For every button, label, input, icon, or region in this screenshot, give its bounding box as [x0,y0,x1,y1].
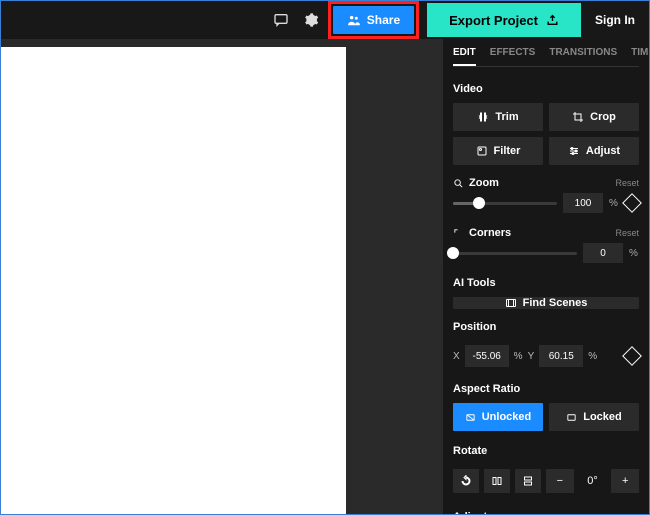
y-value[interactable]: 60.15 [539,345,583,367]
flip-v-button[interactable] [515,469,541,493]
zoom-reset[interactable]: Reset [615,178,639,188]
adjust-label: Adjust [586,145,620,157]
zoom-keyframe[interactable] [622,193,642,213]
trim-label: Trim [495,111,518,123]
corners-icon [453,228,464,239]
magnify-icon [453,178,464,189]
flip-h-button[interactable] [484,469,510,493]
tab-timing[interactable]: TIMING [631,47,649,66]
gear-icon[interactable] [298,7,324,33]
rotate-plus-button[interactable]: + [611,469,639,493]
corners-reset[interactable]: Reset [615,228,639,238]
filter-icon [476,145,488,157]
share-label: Share [367,13,400,27]
main-area: EDIT EFFECTS TRANSITIONS TIMING Video Tr… [1,39,649,514]
position-section-label: Position [453,321,639,333]
corners-slider[interactable] [453,252,577,255]
video-section-label: Video [453,83,639,95]
crop-button[interactable]: Crop [549,103,639,131]
adjust-section-label: Adjust [453,511,639,514]
y-label: Y [528,351,535,362]
export-icon [546,14,559,27]
locked-icon [566,412,577,423]
x-label: X [453,351,460,362]
signin-link[interactable]: Sign In [595,13,635,27]
rotate-deg-value[interactable]: 0° [579,469,607,493]
tab-transitions[interactable]: TRANSITIONS [549,47,617,66]
share-highlight-box: Share [328,1,419,39]
share-button[interactable]: Share [333,6,414,34]
trim-button[interactable]: Trim [453,103,543,131]
scenes-icon [505,297,517,309]
zoom-unit: % [609,198,619,209]
zoom-value[interactable]: 100 [563,193,603,213]
zoom-slider-thumb[interactable] [473,197,485,209]
rotate-ccw-button[interactable] [453,469,479,493]
corners-label-row: Corners [453,227,511,239]
tab-edit[interactable]: EDIT [453,47,476,66]
trim-icon [477,111,489,123]
adjust-button[interactable]: Adjust [549,137,639,165]
x-unit: % [514,351,523,362]
y-unit: % [588,351,597,362]
export-button[interactable]: Export Project [427,3,581,37]
people-icon [347,13,361,27]
zoom-label: Zoom [469,177,499,189]
aspect-section-label: Aspect Ratio [453,383,639,395]
corners-value[interactable]: 0 [583,243,623,263]
filter-label: Filter [494,145,521,157]
corners-slider-thumb[interactable] [447,247,459,259]
canvas-area [1,39,443,514]
corners-label: Corners [469,227,511,239]
panel-tabs: EDIT EFFECTS TRANSITIONS TIMING [453,47,639,67]
ai-section-label: AI Tools [453,277,639,289]
unlocked-button[interactable]: Unlocked [453,403,543,431]
tab-effects[interactable]: EFFECTS [490,47,536,66]
unlocked-icon [465,412,476,423]
unlocked-label: Unlocked [482,411,532,423]
filter-button[interactable]: Filter [453,137,543,165]
export-label: Export Project [449,13,538,28]
rotate-section-label: Rotate [453,445,639,457]
zoom-slider[interactable] [453,202,557,205]
topbar: Share Export Project Sign In [1,1,649,39]
crop-label: Crop [590,111,616,123]
canvas[interactable] [1,47,346,514]
adjust-icon [568,145,580,157]
position-keyframe[interactable] [622,346,642,366]
crop-icon [572,111,584,123]
locked-button[interactable]: Locked [549,403,639,431]
comment-icon[interactable] [268,7,294,33]
find-scenes-label: Find Scenes [523,297,588,309]
rotate-minus-button[interactable]: − [546,469,574,493]
corners-unit: % [629,248,639,259]
zoom-label-row: Zoom [453,177,499,189]
find-scenes-button[interactable]: Find Scenes [453,297,639,309]
locked-label: Locked [583,411,622,423]
x-value[interactable]: -55.06 [465,345,509,367]
side-panel: EDIT EFFECTS TRANSITIONS TIMING Video Tr… [443,39,649,514]
